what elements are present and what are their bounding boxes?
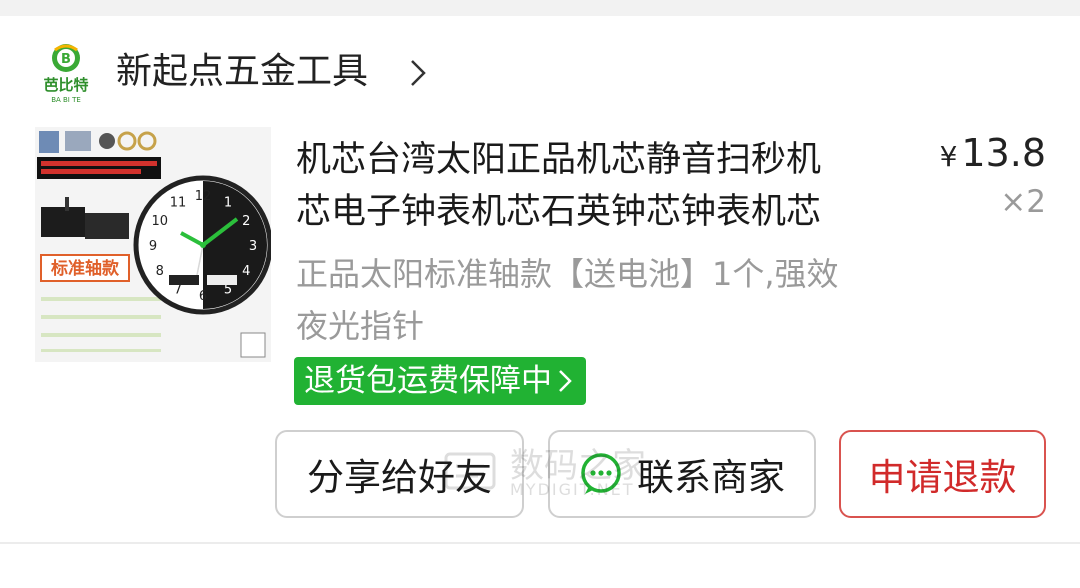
shop-logo-text: 芭比特	[43, 76, 88, 94]
chevron-right-icon[interactable]	[408, 58, 428, 88]
product-spec: 正品太阳标准轴款【送电池】1个,强效 夜光指针	[296, 248, 916, 352]
clock-number: 1	[224, 196, 232, 211]
order-card: B 芭比特 BA BI TE 新起点五金工具 标准轴款 11 12 1 2 3 …	[0, 16, 1080, 588]
shop-logo-icon[interactable]: B 芭比特 BA BI TE	[35, 40, 97, 104]
clock-number: 11	[170, 196, 187, 211]
clock-number: 2	[242, 214, 250, 229]
clock-number: 10	[151, 214, 168, 229]
request-refund-button[interactable]: 申请退款	[839, 430, 1046, 518]
clock-number: 4	[242, 264, 250, 279]
product-price: ¥13.8	[940, 130, 1046, 180]
product-thumbnail[interactable]: 标准轴款 11 12 1 2 3 4 5 6 7 8 9 10	[35, 127, 271, 362]
chevron-right-icon	[559, 370, 572, 392]
clock-movement-image: 标准轴款 11 12 12345678910	[35, 127, 271, 362]
return-shipping-badge[interactable]: 退货包运费保障中	[294, 357, 586, 405]
clock-number: 9	[149, 239, 157, 254]
divider	[0, 542, 1080, 544]
contact-seller-button[interactable]: 联系商家	[548, 430, 816, 518]
product-title-line: 机芯台湾太阳正品机芯静音扫秒机	[296, 140, 822, 180]
currency-symbol: ¥	[939, 140, 958, 173]
shop-name[interactable]: 新起点五金工具	[116, 50, 368, 94]
product-quantity: ×2	[1000, 184, 1046, 220]
svg-text:B: B	[61, 52, 71, 67]
contact-button-label: 联系商家	[637, 456, 785, 499]
shop-logo-subtext: BA BI TE	[51, 96, 81, 104]
share-to-friend-button[interactable]: 分享给好友	[275, 430, 524, 518]
thumbnail-label: 标准轴款	[51, 258, 120, 279]
product-title-line: 芯电子钟表机芯石英钟芯钟表机芯	[296, 192, 822, 232]
clock-number: 3	[249, 239, 257, 254]
product-spec-line: 正品太阳标准轴款【送电池】1个,强效	[296, 255, 839, 293]
clock-face: 11 12 12345678910	[133, 175, 271, 315]
product-spec-line: 夜光指针	[296, 307, 425, 345]
product-title[interactable]: 机芯台湾太阳正品机芯静音扫秒机 芯电子钟表机芯石英钟芯钟表机芯	[296, 134, 916, 238]
price-value: 13.8	[961, 131, 1046, 175]
share-button-label: 分享给好友	[307, 456, 492, 499]
badge-label: 退货包运费保障中	[304, 363, 552, 399]
chat-bubble-icon	[581, 453, 621, 494]
clock-number: 6	[199, 289, 207, 304]
clock-number: 8	[156, 264, 164, 279]
refund-button-label: 申请退款	[868, 456, 1017, 499]
clock-number: 12	[195, 189, 212, 204]
